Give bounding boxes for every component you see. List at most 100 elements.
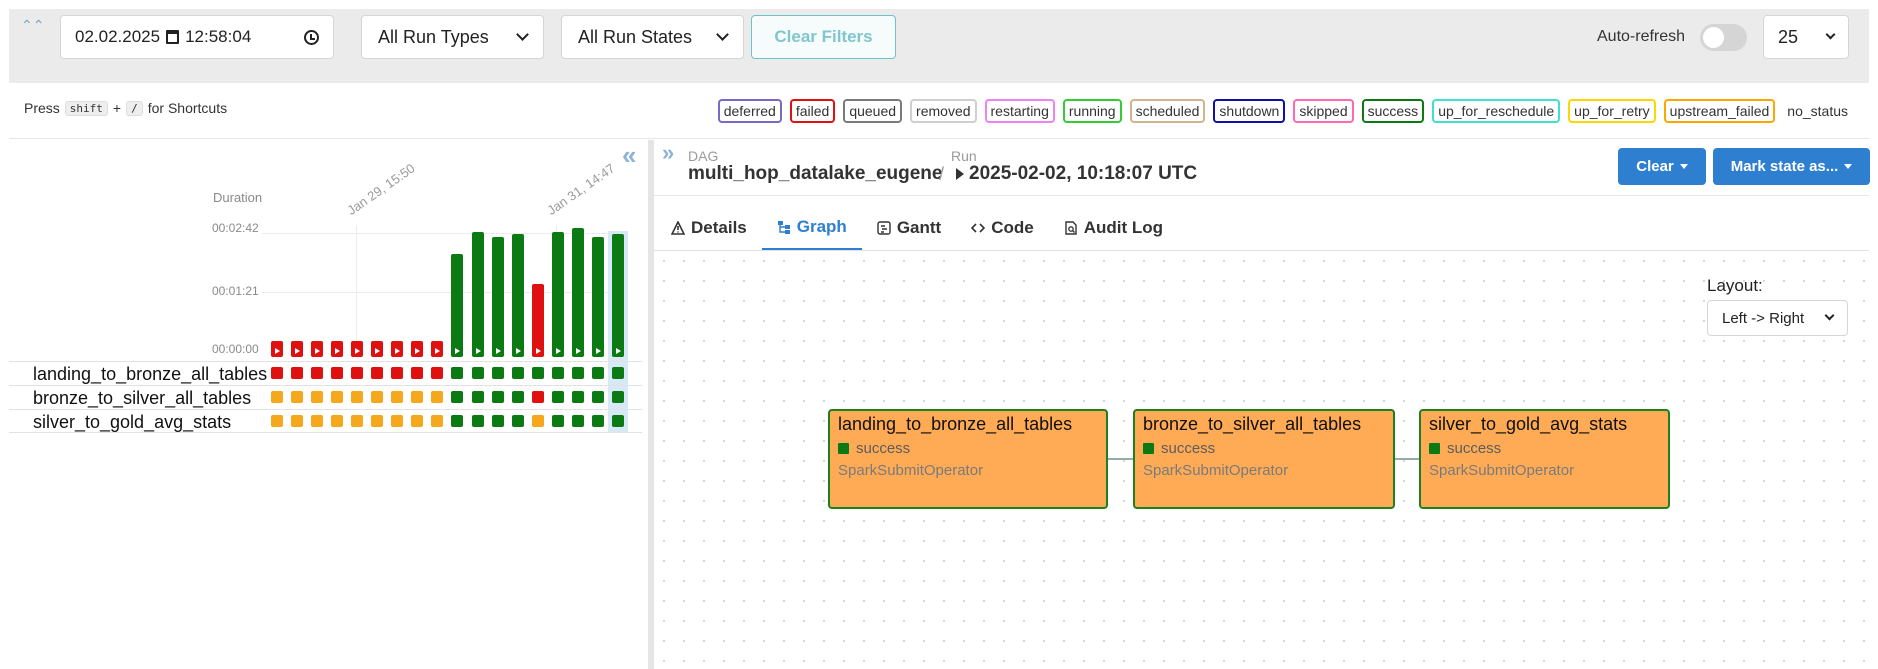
run-duration-bar[interactable] <box>391 341 404 357</box>
task-instance-cell[interactable] <box>351 367 364 379</box>
run-duration-bar[interactable] <box>491 236 504 357</box>
task-instance-cell[interactable] <box>611 415 624 427</box>
task-instance-cell[interactable] <box>551 367 564 379</box>
collapse-details-icon[interactable]: « <box>622 140 636 171</box>
task-instance-cell[interactable] <box>531 415 544 427</box>
mark-state-button[interactable]: Mark state as... <box>1713 148 1870 185</box>
task-instance-cell[interactable] <box>291 415 304 427</box>
legend-queued[interactable]: queued <box>843 99 903 123</box>
clear-filters-button[interactable]: Clear Filters <box>751 15 896 59</box>
task-instance-cell[interactable] <box>511 391 524 403</box>
legend-restarting[interactable]: restarting <box>984 99 1055 123</box>
task-instance-cell[interactable] <box>391 415 404 427</box>
run-duration-bar[interactable] <box>571 228 584 357</box>
task-instance-cell[interactable] <box>491 367 504 379</box>
task-label[interactable]: silver_to_gold_avg_stats <box>33 412 231 433</box>
legend-deferred[interactable]: deferred <box>717 99 782 123</box>
task-instance-cell[interactable] <box>411 415 424 427</box>
task-instance-cell[interactable] <box>491 415 504 427</box>
collapse-up-icon[interactable]: ⌃⌃ <box>21 17 44 34</box>
task-instance-cell[interactable] <box>271 367 283 379</box>
task-instance-cell[interactable] <box>451 391 464 403</box>
legend-removed[interactable]: removed <box>910 99 977 123</box>
expand-panel-icon[interactable]: » <box>662 140 674 166</box>
tab-gantt[interactable]: Gantt <box>862 205 956 251</box>
task-instance-cell[interactable] <box>351 415 364 427</box>
task-instance-cell[interactable] <box>391 391 404 403</box>
run-duration-bar[interactable] <box>511 233 524 357</box>
run-duration-bar[interactable] <box>611 233 624 357</box>
task-instance-cell[interactable] <box>371 415 384 427</box>
clear-button[interactable]: Clear <box>1618 148 1706 185</box>
task-instance-cell[interactable] <box>551 415 564 427</box>
task-instance-cell[interactable] <box>611 391 624 403</box>
task-instance-cell[interactable] <box>551 391 564 403</box>
task-instance-cell[interactable] <box>471 415 484 427</box>
task-instance-cell[interactable] <box>571 415 584 427</box>
task-instance-cell[interactable] <box>471 367 484 379</box>
task-row[interactable]: landing_to_bronze_all_tables <box>9 361 642 385</box>
legend-upstream-failed[interactable]: upstream_failed <box>1663 99 1776 123</box>
layout-select[interactable]: Left -> Right <box>1707 300 1848 336</box>
task-instance-cell[interactable] <box>391 367 404 379</box>
task-label[interactable]: landing_to_bronze_all_tables <box>33 364 267 385</box>
run-duration-bar[interactable] <box>591 236 604 357</box>
run-duration-bar[interactable] <box>371 341 384 357</box>
task-node[interactable]: silver_to_gold_avg_stats success SparkSu… <box>1419 409 1670 509</box>
task-instance-cell[interactable] <box>591 391 604 403</box>
task-instance-cell[interactable] <box>531 367 544 379</box>
execution-date-input[interactable]: 02.02.2025 12:58:04 <box>60 15 334 59</box>
task-instance-cell[interactable] <box>431 415 444 427</box>
legend-success[interactable]: success <box>1361 99 1425 123</box>
tab-details[interactable]: Details <box>656 205 762 251</box>
run-duration-bar[interactable] <box>411 341 424 357</box>
run-duration-bar[interactable] <box>291 341 304 357</box>
legend-running[interactable]: running <box>1062 99 1122 123</box>
task-instance-cell[interactable] <box>291 391 304 403</box>
task-row[interactable]: silver_to_gold_avg_stats <box>9 409 642 433</box>
run-duration-bar[interactable] <box>451 253 464 357</box>
task-instance-cell[interactable] <box>571 367 584 379</box>
task-instance-cell[interactable] <box>331 415 344 427</box>
task-instance-cell[interactable] <box>451 367 464 379</box>
run-duration-bar[interactable] <box>331 341 344 357</box>
run-duration-bar[interactable] <box>551 232 564 357</box>
task-instance-cell[interactable] <box>511 367 524 379</box>
task-instance-cell[interactable] <box>491 391 504 403</box>
task-instance-cell[interactable] <box>371 367 384 379</box>
task-instance-cell[interactable] <box>311 367 324 379</box>
task-instance-cell[interactable] <box>331 391 344 403</box>
legend-up-for-retry[interactable]: up_for_retry <box>1568 99 1656 123</box>
run-duration-bar[interactable] <box>311 341 324 357</box>
run-duration-bar[interactable] <box>531 283 544 357</box>
legend-skipped[interactable]: skipped <box>1293 99 1354 123</box>
legend-failed[interactable]: failed <box>789 99 836 123</box>
task-instance-cell[interactable] <box>271 391 283 403</box>
task-instance-cell[interactable] <box>471 391 484 403</box>
task-instance-cell[interactable] <box>451 415 464 427</box>
task-instance-cell[interactable] <box>291 367 304 379</box>
tab-audit-log[interactable]: Audit Log <box>1049 205 1178 251</box>
task-instance-cell[interactable] <box>511 415 524 427</box>
task-instance-cell[interactable] <box>271 415 283 427</box>
task-instance-cell[interactable] <box>371 391 384 403</box>
legend-no-status[interactable]: no_status <box>1783 101 1852 121</box>
run-duration-bar[interactable] <box>431 341 444 357</box>
task-instance-cell[interactable] <box>351 391 364 403</box>
task-node[interactable]: bronze_to_silver_all_tables success Spar… <box>1133 409 1395 509</box>
run-duration-bar[interactable] <box>351 341 364 357</box>
dag-id-link[interactable]: multi_hop_datalake_eugene <box>688 163 942 185</box>
tab-code[interactable]: Code <box>956 205 1049 251</box>
task-instance-cell[interactable] <box>311 391 324 403</box>
task-instance-cell[interactable] <box>431 391 444 403</box>
legend-up-for-reschedule[interactable]: up_for_reschedule <box>1432 99 1561 123</box>
run-type-select[interactable]: All Run Types <box>361 15 544 59</box>
calendar-icon[interactable] <box>166 30 180 44</box>
task-instance-cell[interactable] <box>411 367 424 379</box>
task-instance-cell[interactable] <box>531 391 544 403</box>
legend-scheduled[interactable]: scheduled <box>1129 99 1206 123</box>
task-instance-cell[interactable] <box>571 391 584 403</box>
task-row[interactable]: bronze_to_silver_all_tables <box>9 385 642 409</box>
page-size-select[interactable]: 25 <box>1763 15 1849 59</box>
task-instance-cell[interactable] <box>591 367 604 379</box>
